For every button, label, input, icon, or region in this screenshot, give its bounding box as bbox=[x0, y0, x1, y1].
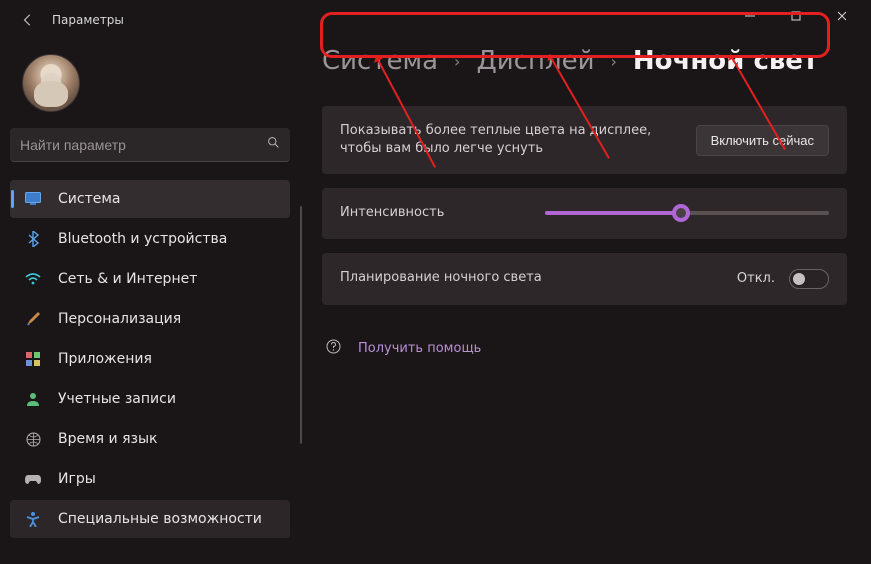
content-area: Система › Дисплей › Ночной свет Показыва… bbox=[300, 40, 871, 564]
sidebar-item-label: Учетные записи bbox=[58, 391, 176, 407]
accessibility-icon bbox=[24, 510, 42, 528]
breadcrumb-system[interactable]: Система bbox=[322, 46, 438, 76]
intensity-slider[interactable] bbox=[545, 211, 829, 215]
schedule-label: Планирование ночного света bbox=[340, 269, 542, 287]
sidebar-item-label: Сеть & и Интернет bbox=[58, 271, 197, 287]
back-button[interactable] bbox=[12, 4, 44, 36]
sidebar: Система Bluetooth и устройства Сеть & и … bbox=[0, 40, 300, 564]
gamepad-icon bbox=[24, 470, 42, 488]
sidebar-item-system[interactable]: Система bbox=[10, 180, 290, 218]
clock-globe-icon bbox=[24, 430, 42, 448]
sidebar-item-accessibility[interactable]: Специальные возможности bbox=[10, 500, 290, 538]
nav-list: Система Bluetooth и устройства Сеть & и … bbox=[10, 180, 290, 538]
schedule-toggle[interactable] bbox=[789, 269, 829, 289]
sidebar-item-label: Система bbox=[58, 191, 120, 207]
get-help-link[interactable]: Получить помощь bbox=[358, 341, 481, 356]
sidebar-item-personalization[interactable]: Персонализация bbox=[10, 300, 290, 338]
sidebar-item-label: Игры bbox=[58, 471, 96, 487]
brush-icon bbox=[24, 310, 42, 328]
sidebar-item-label: Время и язык bbox=[58, 431, 157, 447]
sidebar-item-gaming[interactable]: Игры bbox=[10, 460, 290, 498]
window-title: Параметры bbox=[52, 13, 124, 27]
monitor-icon bbox=[24, 190, 42, 208]
sidebar-item-accounts[interactable]: Учетные записи bbox=[10, 380, 290, 418]
scroll-indicator bbox=[300, 206, 302, 444]
person-icon bbox=[24, 390, 42, 408]
card-description: Показывать более теплые цвета на дисплее… bbox=[322, 106, 847, 174]
slider-thumb[interactable] bbox=[672, 204, 690, 222]
sidebar-item-label: Приложения bbox=[58, 351, 152, 367]
apps-icon bbox=[24, 350, 42, 368]
avatar[interactable] bbox=[22, 54, 80, 112]
card-schedule: Планирование ночного света Откл. bbox=[322, 253, 847, 305]
chevron-right-icon: › bbox=[610, 52, 616, 71]
sidebar-item-time-language[interactable]: Время и язык bbox=[10, 420, 290, 458]
night-light-description: Показывать более теплые цвета на дисплее… bbox=[340, 122, 670, 158]
card-intensity: Интенсивность bbox=[322, 188, 847, 238]
search-input[interactable] bbox=[20, 137, 267, 153]
sidebar-item-label: Bluetooth и устройства bbox=[58, 231, 227, 247]
sidebar-item-bluetooth[interactable]: Bluetooth и устройства bbox=[10, 220, 290, 258]
sidebar-item-label: Специальные возможности bbox=[58, 511, 262, 527]
schedule-state: Откл. bbox=[737, 271, 775, 286]
breadcrumb-nightlight: Ночной свет bbox=[633, 46, 818, 76]
sidebar-item-label: Персонализация bbox=[58, 311, 181, 327]
maximize-button[interactable] bbox=[773, 0, 819, 32]
help-icon bbox=[326, 339, 344, 358]
chevron-right-icon: › bbox=[454, 52, 460, 71]
close-button[interactable] bbox=[819, 0, 865, 32]
bluetooth-icon bbox=[24, 230, 42, 248]
search-icon bbox=[267, 136, 280, 153]
search-box[interactable] bbox=[10, 128, 290, 162]
turn-on-now-button[interactable]: Включить сейчас bbox=[696, 125, 829, 156]
sidebar-item-network[interactable]: Сеть & и Интернет bbox=[10, 260, 290, 298]
breadcrumb: Система › Дисплей › Ночной свет bbox=[308, 40, 847, 84]
wifi-icon bbox=[24, 270, 42, 288]
sidebar-item-apps[interactable]: Приложения bbox=[10, 340, 290, 378]
minimize-button[interactable] bbox=[727, 0, 773, 32]
breadcrumb-display[interactable]: Дисплей bbox=[476, 46, 594, 76]
intensity-label: Интенсивность bbox=[340, 204, 444, 222]
